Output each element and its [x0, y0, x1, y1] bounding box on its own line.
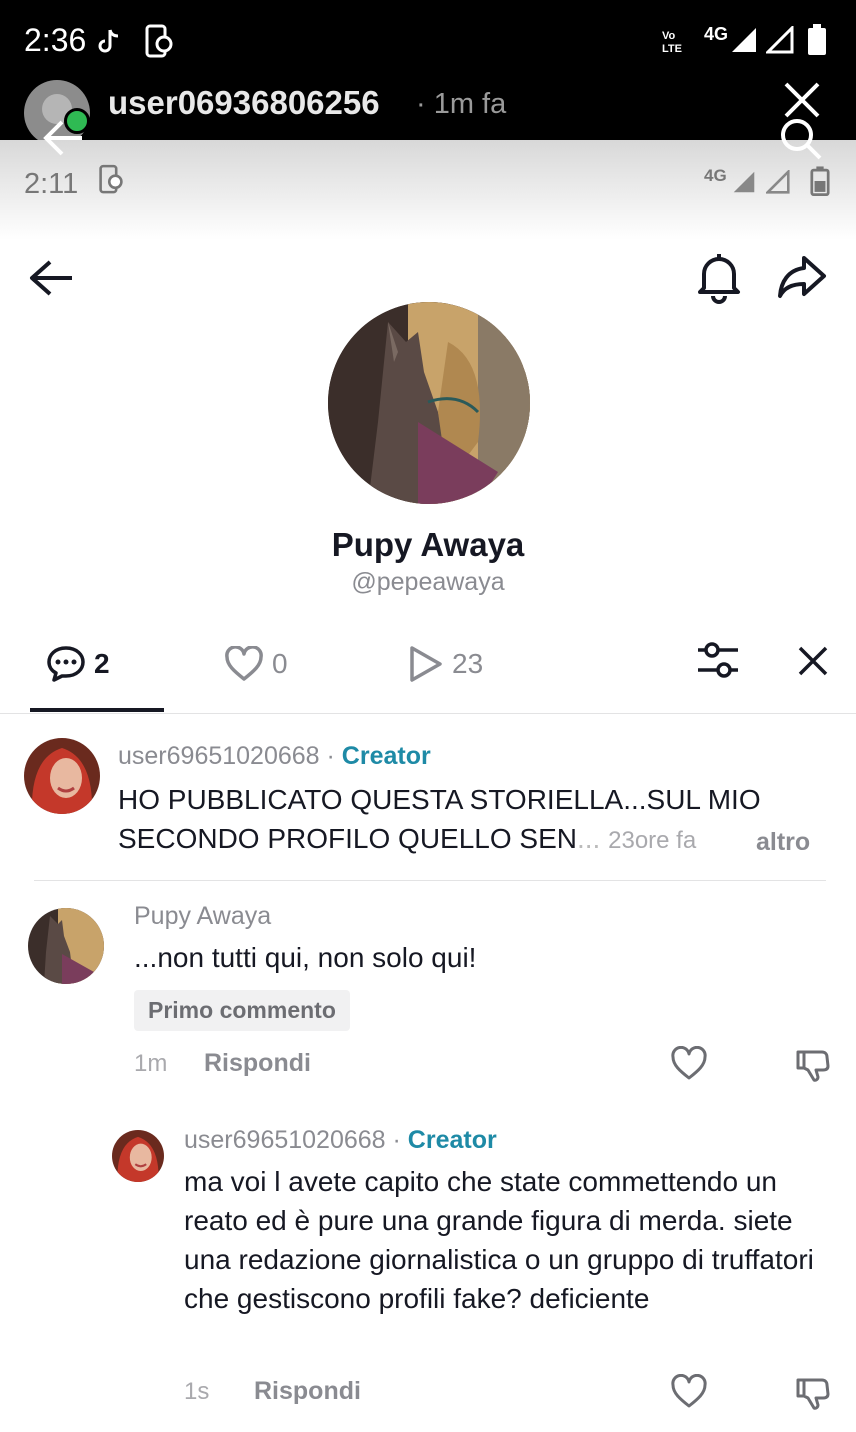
comment-time: 1m: [134, 1050, 168, 1077]
reply-dislike-icon[interactable]: [794, 1374, 832, 1410]
creator-label: Creator: [341, 742, 431, 770]
separator: ·: [319, 742, 342, 770]
svg-text:Vo: Vo: [662, 30, 676, 42]
filter-icon[interactable]: [696, 640, 740, 680]
close-panel-icon[interactable]: [796, 644, 830, 678]
back-arrow-overlay-icon: [43, 120, 82, 156]
pinned-comment-author[interactable]: user69651020668 · Creator: [118, 742, 431, 771]
dog-photo: [328, 302, 530, 504]
volte-icon: Vo LTE: [662, 30, 682, 54]
pinned-comment-text: HO PUBBLICATO QUESTA STORIELLA...SUL MIO…: [118, 780, 838, 860]
inner-signal-icon: [733, 171, 755, 193]
signal-no-service-icon: [766, 26, 794, 54]
search-icon[interactable]: [778, 116, 824, 162]
reply-time: 1s: [184, 1378, 210, 1405]
pinned-line-2-text: SECONDO PROFILO QUELLO SEN: [118, 823, 577, 854]
notification-time: · 1m fa: [416, 88, 507, 120]
back-arrow-icon[interactable]: [28, 256, 76, 300]
bell-icon[interactable]: [694, 250, 744, 304]
comment-text: ...non tutti qui, non solo qui!: [134, 942, 477, 973]
svg-text:LTE: LTE: [662, 43, 682, 54]
see-more-link[interactable]: altro: [756, 828, 810, 857]
tab-likes[interactable]: 0: [224, 642, 288, 686]
tab-likes-count: 0: [272, 648, 288, 679]
tab-views[interactable]: 23: [406, 642, 483, 686]
heart-icon: [225, 646, 263, 681]
comment-author[interactable]: Pupy Awaya: [134, 902, 271, 931]
tab-comments-count: 2: [94, 648, 110, 679]
inner-status-time: 2:11: [24, 168, 79, 200]
inner-network-type: 4G: [704, 166, 727, 185]
inner-signal-no-service-icon: [766, 170, 790, 194]
comment-avatar[interactable]: [28, 908, 104, 984]
signal-icon: [732, 28, 756, 52]
notification-username: user06936806256: [108, 84, 380, 121]
dislike-icon[interactable]: [794, 1046, 832, 1082]
tab-comments[interactable]: 2: [46, 642, 110, 686]
play-icon: [410, 646, 442, 682]
reply-author[interactable]: user69651020668 · Creator: [184, 1126, 497, 1155]
status-time: 2:36: [24, 22, 87, 58]
user-photo: [24, 738, 100, 814]
share-icon[interactable]: [776, 252, 828, 302]
reply-creator-label: Creator: [407, 1126, 497, 1154]
profile-handle: @pepeawaya: [351, 568, 505, 596]
like-icon[interactable]: [670, 1046, 708, 1082]
reply-author-name: user69651020668: [184, 1126, 386, 1154]
network-type: 4G: [704, 24, 729, 44]
inner-status-bar: 2:11 4G: [0, 160, 856, 204]
notification-banner[interactable]: user06936806256 · 1m fa: [0, 62, 856, 146]
tab-views-count: 23: [452, 648, 484, 679]
active-tab-indicator: [30, 708, 164, 712]
battery-icon: [808, 24, 826, 55]
tiktok-notification-icon: [98, 29, 119, 53]
reply-text: ma voi l avete capito che state commette…: [184, 1166, 814, 1314]
phone-sync-icon-inner: [99, 164, 123, 194]
pinned-line-1: HO PUBBLICATO QUESTA STORIELLA...SUL MIO: [118, 784, 761, 815]
divider: [34, 880, 826, 881]
reply-button[interactable]: Rispondi: [204, 1049, 311, 1078]
user-photo-small: [112, 1130, 164, 1182]
reply-reply-button[interactable]: Rispondi: [254, 1377, 361, 1406]
profile-display-name: Pupy Awaya: [331, 526, 525, 563]
comment-icon: [47, 646, 85, 682]
pinned-comment-avatar[interactable]: [24, 738, 100, 814]
reply-separator: ·: [385, 1126, 408, 1154]
inner-battery-icon: [810, 166, 830, 196]
reply-avatar[interactable]: [112, 1130, 164, 1182]
dog-photo-small: [28, 908, 104, 984]
first-comment-badge: Primo commento: [134, 990, 350, 1031]
pinned-line-2: SECONDO PROFILO QUELLO SEN... 23ore fa: [118, 819, 838, 860]
pinned-ellipsis: ...: [577, 823, 601, 854]
profile-avatar[interactable]: [328, 302, 530, 504]
reply-like-icon[interactable]: [670, 1374, 708, 1410]
pinned-time: 23ore fa: [608, 827, 697, 854]
phone-sync-icon: [145, 24, 173, 58]
author-name: user69651020668: [118, 742, 320, 770]
